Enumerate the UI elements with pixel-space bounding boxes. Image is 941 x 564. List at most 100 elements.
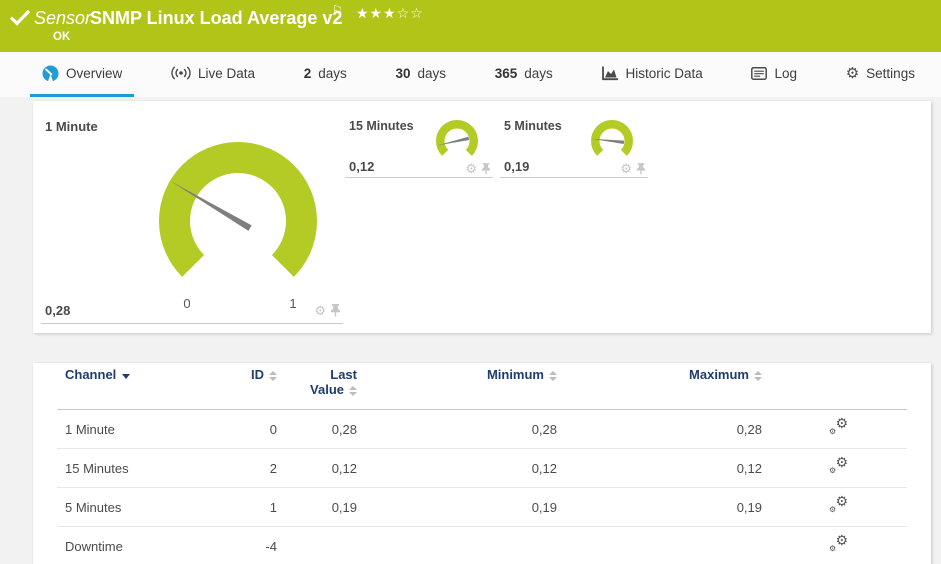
sort-icon bbox=[349, 385, 357, 396]
column-label: Minimum bbox=[486, 367, 544, 382]
gauge-dial bbox=[436, 120, 478, 156]
priority-flag-icon[interactable]: ⚐ bbox=[332, 3, 343, 17]
gauges-panel: 1 Minute 0 1 0,28 ⚙ 15 Minutes 0,12 ⚙ 5 … bbox=[33, 101, 931, 333]
sort-icon bbox=[549, 370, 557, 381]
column-label: ID bbox=[251, 367, 264, 382]
sort-icon bbox=[754, 370, 762, 381]
gauge-toolbar: ⚙ bbox=[465, 162, 491, 175]
channel-id: 1 bbox=[217, 487, 285, 527]
table-row: 5 Minutes 1 0,19 0,19 0,19 ⚙ ⚙ bbox=[57, 487, 907, 527]
column-header-id[interactable]: ID bbox=[217, 363, 285, 410]
area-chart-icon bbox=[601, 66, 618, 80]
gauge-5-minutes: 5 Minutes 0,19 ⚙ bbox=[500, 113, 648, 178]
channel-settings-icon[interactable]: ⚙ bbox=[465, 162, 477, 175]
table-row: Downtime -4 ⚙ ⚙ bbox=[57, 526, 907, 564]
tab-settings[interactable]: ⚙ Settings bbox=[834, 52, 927, 97]
channel-last-value bbox=[285, 526, 365, 564]
object-kind-label: Sensor bbox=[34, 8, 92, 28]
priority-stars[interactable]: ★★★☆☆ bbox=[356, 5, 424, 22]
tab-30-days[interactable]: 30 days bbox=[383, 52, 458, 97]
gauge-icon bbox=[42, 65, 59, 82]
tab-historic-data[interactable]: Historic Data bbox=[590, 52, 715, 97]
sort-desc-icon bbox=[122, 374, 131, 379]
gear-icon: ⚙ bbox=[845, 64, 860, 82]
sort-icon bbox=[269, 370, 277, 381]
tab-label: days bbox=[524, 65, 553, 81]
gear-icon: ⚙ bbox=[829, 505, 837, 514]
gauge-scale-max: 1 bbox=[289, 296, 296, 311]
tab-number: 30 bbox=[395, 65, 411, 81]
table-row: 15 Minutes 2 0,12 0,12 0,12 ⚙ ⚙ bbox=[57, 448, 907, 488]
gauge-title: 1 Minute bbox=[45, 119, 98, 134]
column-header-minimum[interactable]: Minimum bbox=[365, 363, 565, 410]
tab-live-data[interactable]: Live Data bbox=[159, 52, 267, 97]
column-header-last-value[interactable]: Last Value bbox=[285, 363, 365, 410]
gauge-scale-min: 0 bbox=[183, 296, 190, 311]
gauge-value: 0,19 bbox=[504, 159, 530, 174]
channel-name: Downtime bbox=[57, 526, 217, 564]
channel-minimum: 0,28 bbox=[365, 409, 565, 449]
channel-maximum: 0,19 bbox=[565, 487, 770, 527]
channel-id: -4 bbox=[217, 526, 285, 564]
gear-icon: ⚙ bbox=[835, 454, 848, 470]
gear-icon: ⚙ bbox=[829, 544, 837, 553]
channels-panel: Channel ID Last Value Minimum Maximum 1 … bbox=[33, 363, 931, 564]
channel-maximum: 0,28 bbox=[565, 409, 770, 449]
tab-2-days[interactable]: 2 days bbox=[292, 52, 359, 97]
gauge-value: 0,12 bbox=[349, 159, 375, 174]
column-header-maximum[interactable]: Maximum bbox=[565, 363, 770, 410]
pin-icon[interactable] bbox=[481, 162, 491, 175]
broadcast-icon bbox=[171, 66, 191, 80]
sensor-title: SNMP Linux Load Average v2 bbox=[90, 8, 343, 28]
channel-last-value: 0,28 bbox=[285, 409, 365, 449]
gauge-dial: 0 1 bbox=[159, 142, 317, 311]
channel-settings-button[interactable]: ⚙ ⚙ bbox=[829, 415, 848, 436]
gauge-value: 0,28 bbox=[45, 303, 71, 318]
gear-icon: ⚙ bbox=[829, 427, 837, 436]
channel-last-value: 0,19 bbox=[285, 487, 365, 527]
sensor-status-banner: Sensor SNMP Linux Load Average v2 ⚐ ★★★☆… bbox=[0, 0, 941, 52]
column-header-actions bbox=[770, 363, 907, 410]
channel-id: 0 bbox=[217, 409, 285, 449]
channel-name: 5 Minutes bbox=[57, 487, 217, 527]
tab-365-days[interactable]: 365 days bbox=[483, 52, 565, 97]
channel-id: 2 bbox=[217, 448, 285, 488]
tab-overview[interactable]: Overview bbox=[30, 52, 135, 97]
tab-label: Log bbox=[774, 65, 798, 81]
channel-settings-button[interactable]: ⚙ ⚙ bbox=[829, 493, 848, 514]
gear-icon: ⚙ bbox=[835, 493, 848, 509]
channel-settings-icon[interactable]: ⚙ bbox=[620, 162, 632, 175]
channel-last-value: 0,12 bbox=[285, 448, 365, 488]
tab-label: Overview bbox=[66, 65, 123, 81]
channel-settings-button[interactable]: ⚙ ⚙ bbox=[829, 533, 848, 553]
log-list-icon bbox=[751, 66, 768, 80]
gear-icon: ⚙ bbox=[835, 415, 848, 431]
tab-number: 365 bbox=[494, 65, 518, 81]
sensor-overview-content: 1 Minute 0 1 0,28 ⚙ 15 Minutes 0,12 ⚙ 5 … bbox=[0, 101, 941, 564]
ok-check-icon bbox=[9, 9, 31, 26]
channel-settings-icon[interactable]: ⚙ bbox=[314, 304, 326, 317]
tab-log[interactable]: Log bbox=[739, 52, 809, 97]
channel-name: 15 Minutes bbox=[57, 448, 217, 488]
tab-label: Settings bbox=[866, 65, 915, 81]
column-header-channel[interactable]: Channel bbox=[57, 363, 217, 410]
channel-minimum: 0,19 bbox=[365, 487, 565, 527]
column-label: Maximum bbox=[689, 367, 749, 382]
gauge-title: 5 Minutes bbox=[504, 119, 562, 133]
column-label: Value bbox=[310, 382, 344, 397]
column-label: Last bbox=[330, 367, 357, 382]
channel-minimum: 0,12 bbox=[365, 448, 565, 488]
channel-maximum: 0,12 bbox=[565, 448, 770, 488]
channel-settings-button[interactable]: ⚙ ⚙ bbox=[829, 454, 848, 475]
tab-label: Historic Data bbox=[625, 65, 703, 81]
pin-icon[interactable] bbox=[636, 162, 646, 175]
gauge-toolbar: ⚙ bbox=[314, 304, 341, 317]
gauge-title: 15 Minutes bbox=[349, 119, 414, 133]
pin-icon[interactable] bbox=[330, 304, 341, 317]
column-label: Channel bbox=[65, 367, 117, 382]
table-row: 1 Minute 0 0,28 0,28 0,28 ⚙ ⚙ bbox=[57, 409, 907, 449]
gauge-1-minute: 1 Minute 0 1 0,28 ⚙ bbox=[41, 113, 343, 324]
sensor-tab-bar: Overview Live Data 2 days 30 days 365 da… bbox=[0, 52, 941, 97]
channel-table: Channel ID Last Value Minimum Maximum 1 … bbox=[57, 363, 907, 564]
status-badge: OK bbox=[53, 31, 71, 43]
